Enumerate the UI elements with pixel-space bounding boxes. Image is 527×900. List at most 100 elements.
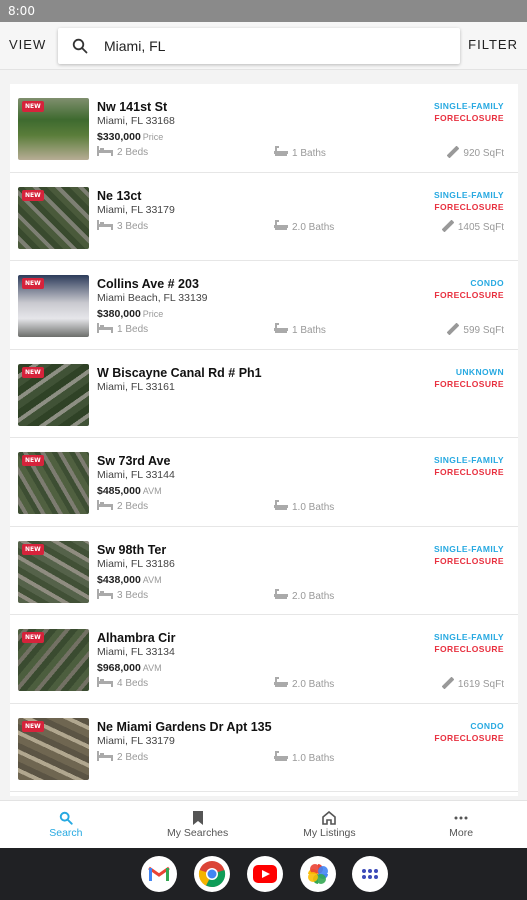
baths-label: 2.0 Baths xyxy=(292,590,335,602)
price-value: $438,000 xyxy=(97,573,141,586)
system-taskbar xyxy=(0,848,527,900)
listing-city: Miami, FL 33179 xyxy=(97,203,175,216)
ruler-icon xyxy=(441,676,455,692)
property-type: SINGLE-FAMILY xyxy=(433,543,504,554)
search-icon xyxy=(0,811,132,825)
listing-status: FORECLOSURE xyxy=(434,290,504,300)
youtube-icon[interactable] xyxy=(247,856,283,892)
listing-status: FORECLOSURE xyxy=(434,113,504,123)
bed-icon xyxy=(97,500,113,513)
property-type: SINGLE-FAMILY xyxy=(433,189,504,200)
baths-info: 1.0 Baths xyxy=(274,500,334,515)
search-box[interactable] xyxy=(58,28,460,64)
listing-address: Sw 98th Ter xyxy=(97,542,167,557)
price-type: Price xyxy=(142,309,164,319)
listing-photo[interactable]: NEW xyxy=(18,186,89,249)
bath-icon xyxy=(274,588,288,604)
app-drawer-icon[interactable] xyxy=(352,856,388,892)
listing-address: Ne 13ct xyxy=(97,188,142,203)
beds-info: 3 Beds xyxy=(97,588,149,602)
listing-photo[interactable]: NEW xyxy=(18,452,89,514)
nav-item-more[interactable]: More xyxy=(395,801,527,848)
new-badge: NEW xyxy=(22,366,44,378)
new-badge: NEW xyxy=(22,720,44,732)
listing-price: $438,000 AVM xyxy=(97,574,162,586)
gmail-icon[interactable] xyxy=(141,856,177,892)
baths-label: 1 Baths xyxy=(292,148,326,159)
listing-row[interactable]: NEW Sw 73rd Ave Miami, FL 33144 $485,000 AV… xyxy=(10,438,518,527)
listing-address: Nw 141st St xyxy=(97,100,168,114)
ruler-icon xyxy=(441,219,455,235)
view-button[interactable]: VIEW xyxy=(9,37,46,52)
chrome-icon[interactable] xyxy=(194,856,230,892)
search-icon xyxy=(72,38,88,54)
nav-label: Search xyxy=(49,827,83,839)
listing-row[interactable]: NEW W Biscayne Canal Rd # Ph1 Miami, FL 3… xyxy=(10,349,518,438)
beds-label: 2 Beds xyxy=(117,501,149,512)
property-type: CONDO xyxy=(470,278,504,288)
listing-row[interactable]: NEW Sw 98th Ter Miami, FL 33186 $438,000 AV… xyxy=(10,526,518,615)
listing-address: Ne Miami Gardens Dr Apt 135 xyxy=(97,719,272,734)
nav-item-search[interactable]: Search xyxy=(0,801,132,848)
listing-city: Miami, FL 33186 xyxy=(97,557,175,570)
sqft-label: 1619 SqFt xyxy=(457,679,504,690)
filter-button[interactable]: FILTER xyxy=(468,37,518,52)
listing-price: $485,000 AVM xyxy=(97,485,162,497)
new-badge: NEW xyxy=(22,101,44,112)
listing-row[interactable]: NEW Ne 13ct Miami, FL 33179 3 Beds 2.0 Bath… xyxy=(10,172,518,261)
nav-item-my-searches[interactable]: My Searches xyxy=(132,801,264,848)
sqft-info: 1405 SqFt xyxy=(441,219,504,235)
listing-city: Miami, FL 33144 xyxy=(97,469,175,481)
baths-label: 1.0 Baths xyxy=(292,502,335,513)
property-type: SINGLE-FAMILY xyxy=(433,632,504,642)
listing-list[interactable]: NEW Nw 141st St Miami, FL 33168 $330,000 Pr… xyxy=(10,84,518,796)
listing-photo[interactable]: NEW xyxy=(18,275,89,337)
bath-icon xyxy=(274,146,288,161)
ruler-icon xyxy=(447,322,460,338)
property-type: SINGLE-FAMILY xyxy=(433,455,504,465)
baths-label: 1 Baths xyxy=(292,325,326,336)
property-type: CONDO xyxy=(470,720,504,731)
bed-icon xyxy=(97,588,113,602)
bath-icon xyxy=(274,750,288,766)
top-bar: VIEW FILTER xyxy=(0,22,527,70)
sqft-info: 599 SqFt xyxy=(447,322,504,338)
beds-label: 3 Beds xyxy=(117,589,149,601)
listing-city: Miami, FL 33134 xyxy=(97,646,175,658)
listing-status: FORECLOSURE xyxy=(434,467,504,477)
listing-price: $968,000 AVM xyxy=(97,662,162,674)
listing-photo[interactable]: NEW xyxy=(18,717,89,780)
listing-address: Sw 73rd Ave xyxy=(97,454,171,468)
status-bar: 8:00 xyxy=(0,0,527,22)
bed-icon xyxy=(97,677,113,690)
listing-city: Miami, FL 33161 xyxy=(97,380,175,393)
property-type: SINGLE-FAMILY xyxy=(433,101,504,111)
bed-icon xyxy=(97,219,113,233)
baths-label: 2.0 Baths xyxy=(292,221,335,233)
sqft-label: 1405 SqFt xyxy=(457,221,504,233)
listing-row[interactable]: NEW Nw 141st St Miami, FL 33168 $330,000 Pr… xyxy=(10,84,518,173)
bath-icon xyxy=(274,219,288,235)
beds-label: 3 Beds xyxy=(117,220,149,232)
price-value: $380,000 xyxy=(97,308,141,320)
photos-icon[interactable] xyxy=(300,856,336,892)
bath-icon xyxy=(274,500,288,515)
nav-item-my-listings[interactable]: My Listings xyxy=(264,801,396,848)
listing-address: Collins Ave # 203 xyxy=(97,277,199,291)
listing-photo[interactable]: NEW xyxy=(18,629,89,691)
listing-row[interactable]: NEW Ne Miami Gardens Dr Apt 135 Miami, FL… xyxy=(10,703,518,792)
listing-price: $330,000 Price xyxy=(97,131,163,143)
listing-photo[interactable]: NEW xyxy=(18,363,89,426)
baths-info: 2.0 Baths xyxy=(274,588,335,604)
bed-icon xyxy=(97,323,113,336)
search-input[interactable] xyxy=(104,28,444,64)
listing-row[interactable]: NEW Collins Ave # 203 Miami Beach, FL 331… xyxy=(10,261,518,350)
bottom-nav: Search My Searches My Listings More xyxy=(0,800,527,848)
ruler-icon xyxy=(447,145,460,161)
listing-address: Alhambra Cir xyxy=(97,631,176,645)
listing-row[interactable]: NEW Alhambra Cir Miami, FL 33134 $968,000 A… xyxy=(10,615,518,704)
nav-label: My Listings xyxy=(303,827,356,839)
listing-photo[interactable]: NEW xyxy=(18,540,89,603)
listing-photo[interactable]: NEW xyxy=(18,98,89,160)
new-badge: NEW xyxy=(22,543,44,555)
